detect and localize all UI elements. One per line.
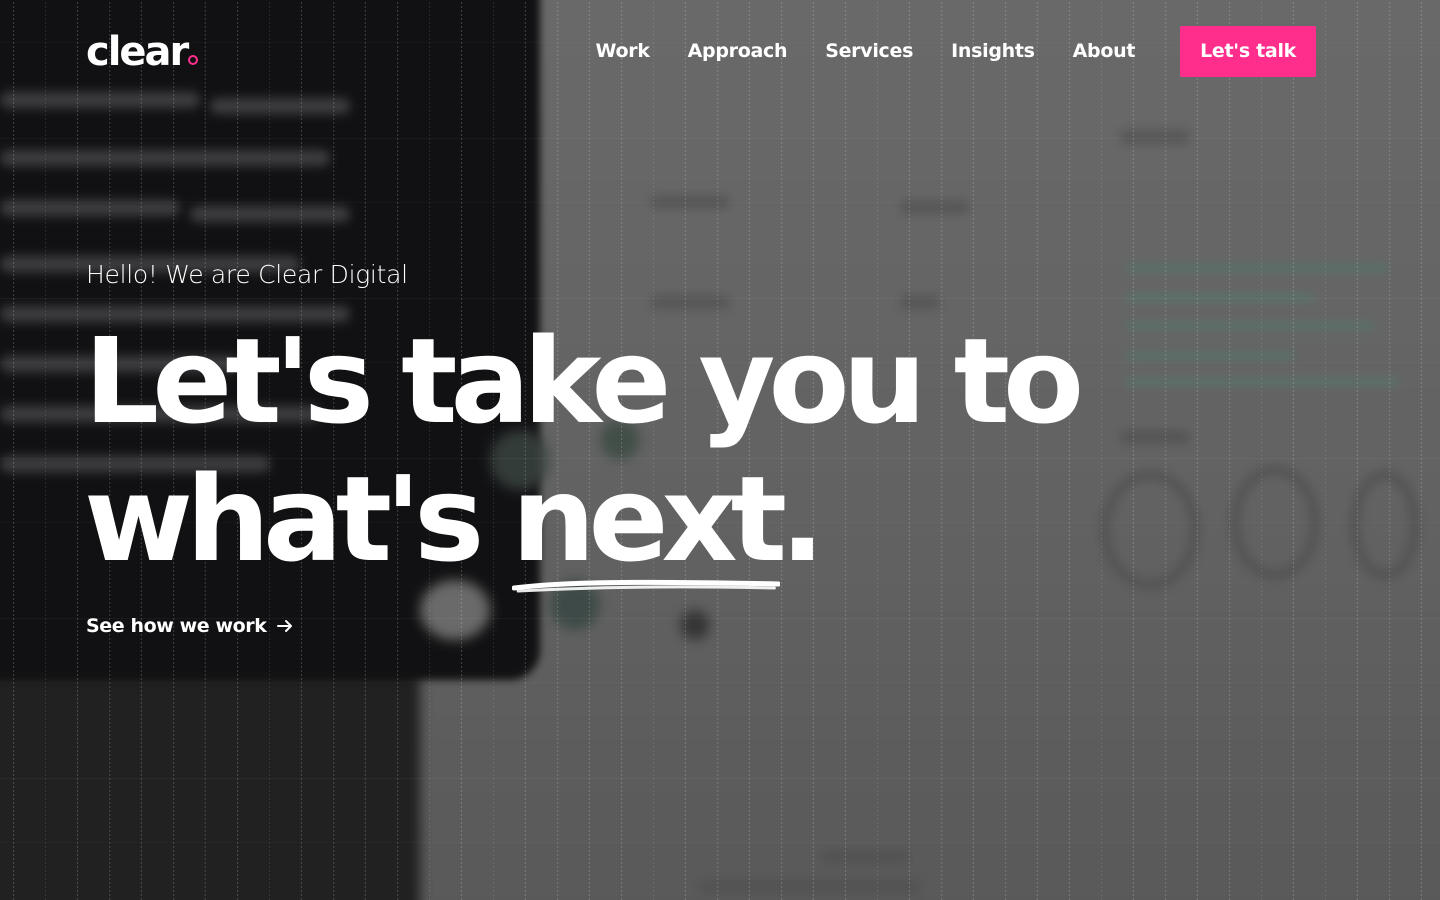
lets-talk-button[interactable]: Let's talk	[1180, 26, 1316, 77]
nav-link-insights[interactable]: Insights	[951, 26, 1035, 77]
nav-link-services[interactable]: Services	[825, 26, 913, 77]
headline-end: .	[780, 450, 825, 588]
see-how-we-work-label: See how we work	[86, 615, 267, 637]
site-header: clear Work Approach Services Insights Ab…	[0, 0, 1440, 104]
nav-link-approach[interactable]: Approach	[688, 26, 788, 77]
logo-text: clear	[86, 29, 189, 75]
logo[interactable]: clear	[86, 29, 199, 75]
scribble-underline-icon	[511, 579, 781, 593]
nav-link-about[interactable]: About	[1073, 26, 1136, 77]
headline-emphasis: next	[511, 450, 788, 593]
main-nav: Work Approach Services Insights About Le…	[596, 26, 1354, 77]
headline-line-2-start: what's	[84, 450, 512, 588]
headline-emphasis-word: next	[511, 450, 788, 588]
arrow-right-icon	[277, 620, 293, 632]
hero-section: clear Work Approach Services Insights Ab…	[0, 0, 1440, 900]
hero-headline: Let's take you to what's next.	[84, 312, 1084, 593]
headline-line-1: Let's take you to	[84, 312, 1084, 450]
headline-line-2: what's next.	[84, 450, 1077, 593]
nav-link-work[interactable]: Work	[596, 26, 650, 77]
see-how-we-work-link[interactable]: See how we work	[86, 610, 294, 642]
hero-eyebrow: Hello! We are Clear Digital	[86, 260, 408, 289]
logo-dot-icon	[188, 55, 199, 65]
